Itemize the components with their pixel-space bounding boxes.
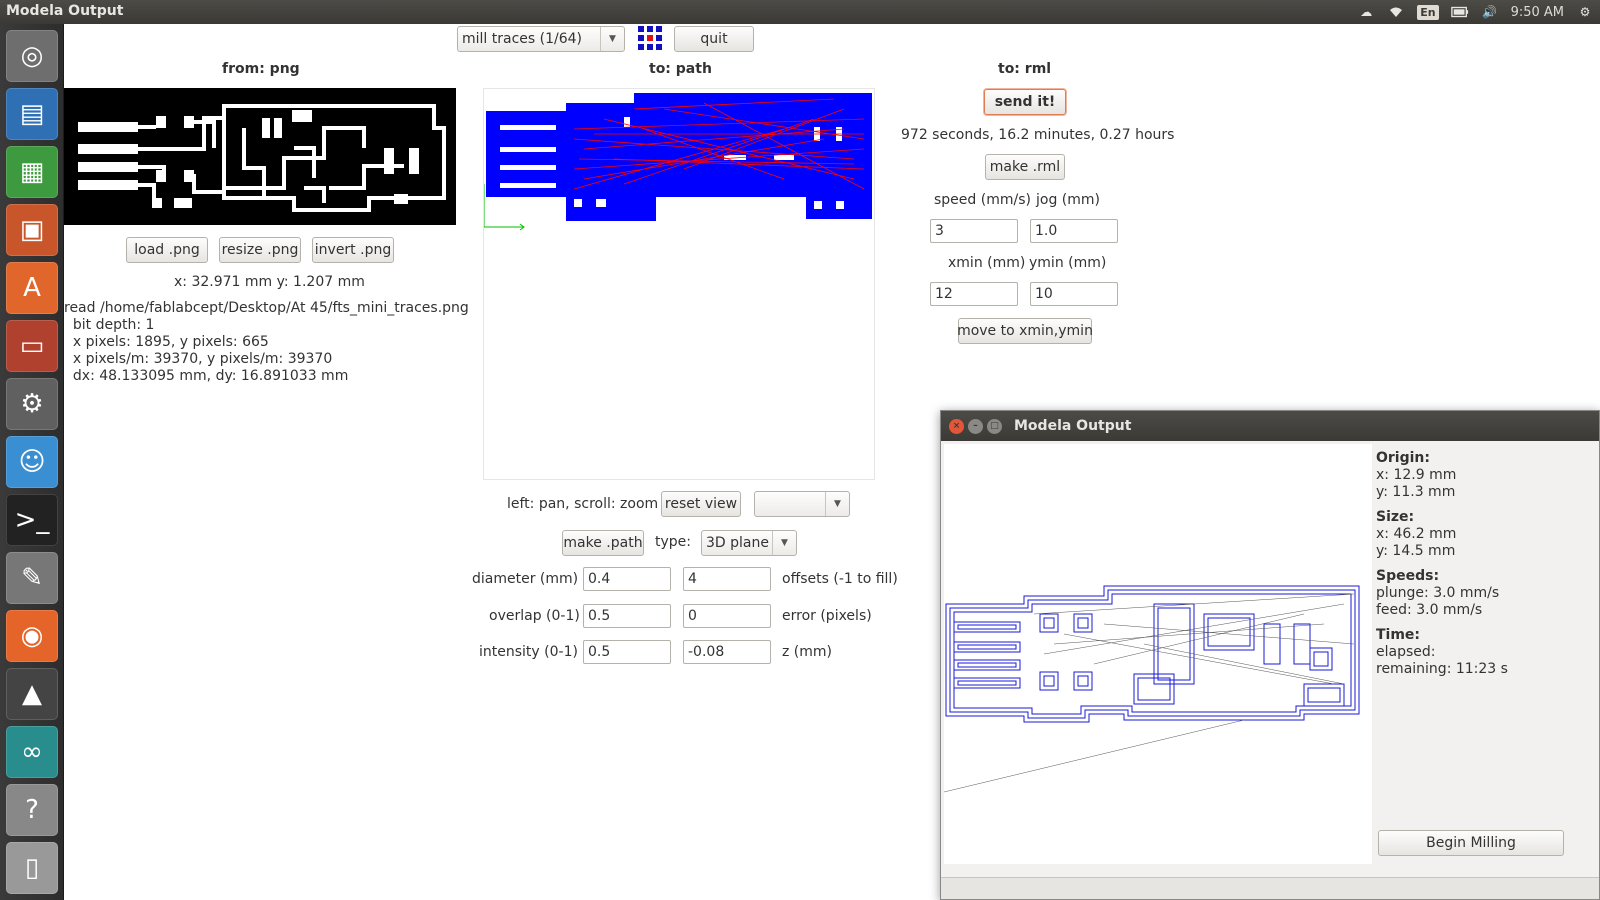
- overlap-label: overlap (0-1): [489, 608, 580, 624]
- terminal-icon[interactable]: >_: [6, 494, 58, 546]
- offsets-label: offsets (-1 to fill): [782, 571, 898, 587]
- path-preview[interactable]: [483, 88, 875, 480]
- origin-y: y: 11.3 mm: [1376, 484, 1456, 500]
- intensity-input[interactable]: [583, 640, 671, 664]
- plunge-speed: plunge: 3.0 mm/s: [1376, 585, 1500, 601]
- elapsed-time: elapsed:: [1376, 644, 1436, 660]
- offsets-input[interactable]: [683, 567, 771, 591]
- dialog-titlebar: × – □ Modela Output: [941, 411, 1599, 441]
- speeds-heading: Speeds:: [1376, 568, 1440, 584]
- reset-view-button[interactable]: reset view: [661, 491, 741, 517]
- keyboard-language-indicator[interactable]: En: [1417, 4, 1439, 20]
- resize-png-button[interactable]: resize .png: [219, 237, 301, 263]
- writer-icon[interactable]: ▤: [6, 88, 58, 140]
- file-info-line: read /home/fablabcept/Desktop/At 45/fts_…: [64, 300, 469, 316]
- window-title: Modela Output: [6, 3, 124, 19]
- maximize-icon[interactable]: □: [987, 418, 1002, 434]
- help-icon[interactable]: ?: [6, 784, 58, 836]
- diameter-label: diameter (mm): [472, 571, 579, 587]
- size-y: y: 14.5 mm: [1376, 543, 1456, 559]
- dialog-title: Modela Output: [1014, 418, 1132, 434]
- xmin-label: xmin (mm): [948, 255, 1026, 271]
- begin-milling-button[interactable]: Begin Milling: [1378, 830, 1564, 856]
- firefox-icon[interactable]: ◉: [6, 610, 58, 662]
- jog-input[interactable]: [1030, 219, 1118, 243]
- z-input[interactable]: [683, 640, 771, 664]
- jog-label: jog (mm): [1036, 192, 1100, 208]
- chevron-down-icon: ▼: [772, 531, 796, 555]
- xmin-input[interactable]: [930, 282, 1018, 306]
- speed-label: speed (mm/s): [934, 192, 1031, 208]
- overlap-input[interactable]: [583, 604, 671, 628]
- time-estimate: 972 seconds, 16.2 minutes, 0.27 hours: [901, 127, 1175, 143]
- top-panel: Modela Output ☁ En 🔊 9:50 AM ⚙: [0, 0, 1600, 24]
- ymin-label: ymin (mm): [1029, 255, 1107, 271]
- trash-icon[interactable]: ▯: [6, 842, 58, 894]
- move-to-xmin-ymin-button[interactable]: move to xmin,ymin: [957, 318, 1093, 344]
- error-label: error (pixels): [782, 608, 872, 624]
- file-info: read /home/fablabcept/Desktop/At 45/fts_…: [64, 300, 469, 385]
- gear-icon[interactable]: ⚙: [1576, 4, 1594, 20]
- clock[interactable]: 9:50 AM: [1511, 5, 1564, 20]
- gimp-icon[interactable]: ✎: [6, 552, 58, 604]
- view-hint: left: pan, scroll: zoom: [507, 496, 659, 512]
- to-rml-header: to: rml: [998, 61, 1052, 77]
- diameter-input[interactable]: [583, 567, 671, 591]
- battery-icon[interactable]: [1450, 4, 1469, 20]
- close-icon[interactable]: ×: [949, 418, 964, 434]
- to-path-header: to: path: [649, 61, 712, 77]
- settings-icon[interactable]: ⚙: [6, 378, 58, 430]
- speed-input[interactable]: [930, 219, 1018, 243]
- file-info-line: x pixels: 1895, y pixels: 665: [64, 334, 269, 350]
- invert-png-button[interactable]: invert .png: [312, 237, 394, 263]
- error-input[interactable]: [683, 604, 771, 628]
- origin-x: x: 12.9 mm: [1376, 467, 1457, 483]
- inkscape-icon[interactable]: ▲: [6, 668, 58, 720]
- chevron-down-icon: ▼: [825, 492, 849, 516]
- files-icon[interactable]: ▭: [6, 320, 58, 372]
- load-png-button[interactable]: load .png: [126, 237, 208, 263]
- ymin-input[interactable]: [1030, 282, 1118, 306]
- modela-output-dialog: × – □ Modela Output Origin: x: 12.9 mm y…: [940, 410, 1600, 900]
- feed-speed: feed: 3.0 mm/s: [1376, 602, 1483, 618]
- toolpath-canvas[interactable]: [943, 444, 1372, 864]
- intensity-label: intensity (0-1): [479, 644, 578, 660]
- cursor-coordinates: x: 32.971 mm y: 1.207 mm: [174, 274, 365, 290]
- chevron-down-icon: ▼: [600, 27, 624, 51]
- type-label: type:: [655, 534, 691, 550]
- time-heading: Time:: [1376, 627, 1421, 643]
- from-header: from: png: [222, 61, 300, 77]
- origin-heading: Origin:: [1376, 450, 1430, 466]
- dialog-status-strip: [941, 877, 1599, 899]
- size-heading: Size:: [1376, 509, 1415, 525]
- view-select[interactable]: ▼: [754, 491, 850, 517]
- calc-icon[interactable]: ▦: [6, 146, 58, 198]
- wifi-icon[interactable]: [1387, 4, 1405, 20]
- arduino-icon[interactable]: ∞: [6, 726, 58, 778]
- send-it-button[interactable]: send it!: [984, 89, 1066, 115]
- dialog-info-panel: Origin: x: 12.9 mm y: 11.3 mm Size: x: 4…: [1376, 444, 1576, 678]
- process-select[interactable]: mill traces (1/64) ▼: [457, 26, 625, 52]
- file-info-line: bit depth: 1: [64, 317, 155, 333]
- software-center-icon[interactable]: A: [6, 262, 58, 314]
- volume-icon[interactable]: 🔊: [1481, 4, 1499, 20]
- dropbox-icon[interactable]: ☁: [1357, 4, 1375, 20]
- remaining-time: remaining: 11:23 s: [1376, 661, 1508, 677]
- pidgin-icon[interactable]: ☺: [6, 436, 58, 488]
- quit-button[interactable]: quit: [674, 26, 754, 52]
- minimize-icon[interactable]: –: [968, 418, 983, 434]
- make-rml-button[interactable]: make .rml: [985, 154, 1065, 180]
- file-info-line: dx: 48.133095 mm, dy: 16.891033 mm: [64, 368, 349, 384]
- png-preview[interactable]: [64, 88, 456, 225]
- launcher: ◎ ▤ ▦ ▣ A ▭ ⚙ ☺ >_ ✎ ◉ ▲ ∞ ? ▯: [0, 24, 64, 900]
- file-info-line: x pixels/m: 39370, y pixels/m: 39370: [64, 351, 333, 367]
- z-label: z (mm): [782, 644, 832, 660]
- system-tray: ☁ En 🔊 9:50 AM ⚙: [1357, 0, 1594, 24]
- impress-icon[interactable]: ▣: [6, 204, 58, 256]
- make-path-button[interactable]: make .path: [562, 530, 644, 556]
- type-select[interactable]: 3D plane ▼: [701, 530, 797, 556]
- ubuntu-dash-icon[interactable]: ◎: [6, 30, 58, 82]
- module-grid-icon[interactable]: [638, 26, 662, 50]
- size-x: x: 46.2 mm: [1376, 526, 1457, 542]
